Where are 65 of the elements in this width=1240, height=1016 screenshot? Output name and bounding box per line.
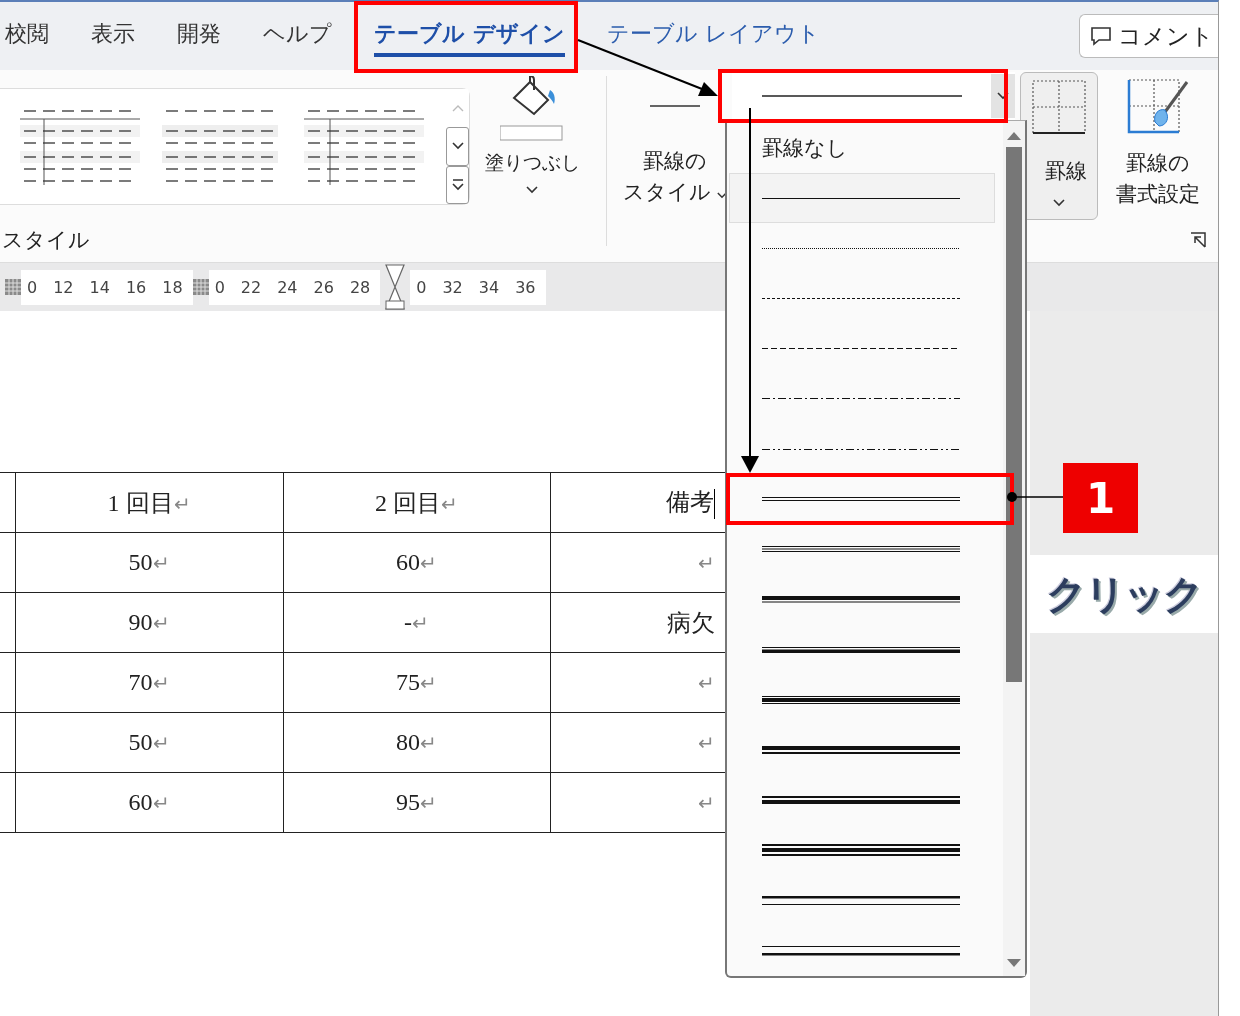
ruler-number: 14: [83, 269, 120, 305]
ruler-number: 16: [119, 269, 157, 305]
table-cell: 75↵: [283, 652, 550, 713]
ribbon-tab[interactable]: テーブル デザイン: [374, 15, 565, 57]
step-badge: 1: [1063, 463, 1138, 533]
table-cell: 60↵: [15, 772, 283, 833]
table-header-cell: 2 回目↵: [283, 472, 550, 533]
scrollbar-thumb[interactable]: [1006, 147, 1022, 682]
border-grid-icon: [1031, 79, 1087, 135]
scroll-down-button[interactable]: [446, 127, 469, 166]
table-cell: 70↵: [15, 652, 283, 713]
callout-label: クリック: [1030, 555, 1218, 633]
ruler-number: 0: [21, 269, 48, 305]
ruler-number: 26: [307, 269, 344, 305]
chevron-down-icon: [997, 92, 1009, 100]
border-painter-button[interactable]: 罫線の 書式設定: [1106, 78, 1210, 210]
ruler-number: 0: [410, 269, 437, 305]
ruler-number: 34: [472, 269, 510, 305]
ribbon-tab[interactable]: テーブル レイアウト: [606, 15, 820, 57]
line-style-option[interactable]: [729, 173, 995, 224]
scroll-down-arrow-icon[interactable]: [1006, 958, 1022, 968]
group-label: スタイル: [2, 227, 90, 254]
table-cell: 60↵: [283, 532, 550, 593]
table-header-cell: 1 回目↵: [15, 472, 283, 533]
table-cell: 90↵: [15, 592, 283, 653]
scroll-up-arrow-icon[interactable]: [1006, 131, 1022, 141]
ribbon-tab[interactable]: ヘルプ: [263, 15, 332, 57]
table-cell: -↵: [283, 592, 550, 653]
dialog-launcher-icon[interactable]: [1190, 232, 1206, 248]
ruler-number: 0: [208, 269, 235, 305]
line-sample-icon: [762, 94, 962, 98]
ribbon-tab[interactable]: 開発: [177, 15, 221, 57]
comment-button[interactable]: コメント: [1079, 14, 1218, 58]
border-brush-icon: [1125, 78, 1191, 136]
ruler-number: 32: [436, 269, 473, 305]
scrollbar[interactable]: [1003, 121, 1025, 976]
table-cell: 50↵: [15, 532, 283, 593]
pen-style-dropdown[interactable]: [732, 72, 1015, 120]
shading-button[interactable]: 塗りつぶし: [476, 76, 588, 194]
chevron-down-icon: [1053, 199, 1065, 207]
ruler-number: 36: [509, 269, 546, 305]
ruler-number: 28: [343, 269, 381, 305]
table-cell: 50↵: [15, 712, 283, 773]
border-styles-button[interactable]: 罫線の スタイル: [625, 104, 725, 208]
line-sample-icon: [650, 104, 700, 108]
ruler-number: 12: [47, 269, 84, 305]
ruler-number: 18: [156, 269, 193, 305]
chevron-down-icon: [451, 142, 464, 151]
ribbon-tab[interactable]: 表示: [91, 15, 135, 57]
hourglass-marker-icon[interactable]: [384, 263, 407, 311]
expand-gallery-icon: [451, 178, 464, 191]
table-cell: 80↵: [283, 712, 550, 773]
speech-bubble-icon: [1090, 25, 1112, 47]
paint-bucket-icon: [500, 76, 564, 142]
chevron-down-icon: [526, 186, 538, 194]
ribbon-tab[interactable]: 校閲: [5, 15, 49, 57]
column-marker-icon[interactable]: [5, 279, 21, 295]
leader-line: [1007, 492, 1064, 502]
more-styles-button[interactable]: [446, 165, 469, 204]
table-cell: 95↵: [283, 772, 550, 833]
ruler-number: 24: [271, 269, 308, 305]
menu-item[interactable]: 罫線なし: [729, 123, 995, 174]
borders-button[interactable]: 罫線: [1020, 72, 1098, 220]
chevron-up-icon: [451, 104, 464, 113]
ruler-number: 22: [234, 269, 272, 305]
